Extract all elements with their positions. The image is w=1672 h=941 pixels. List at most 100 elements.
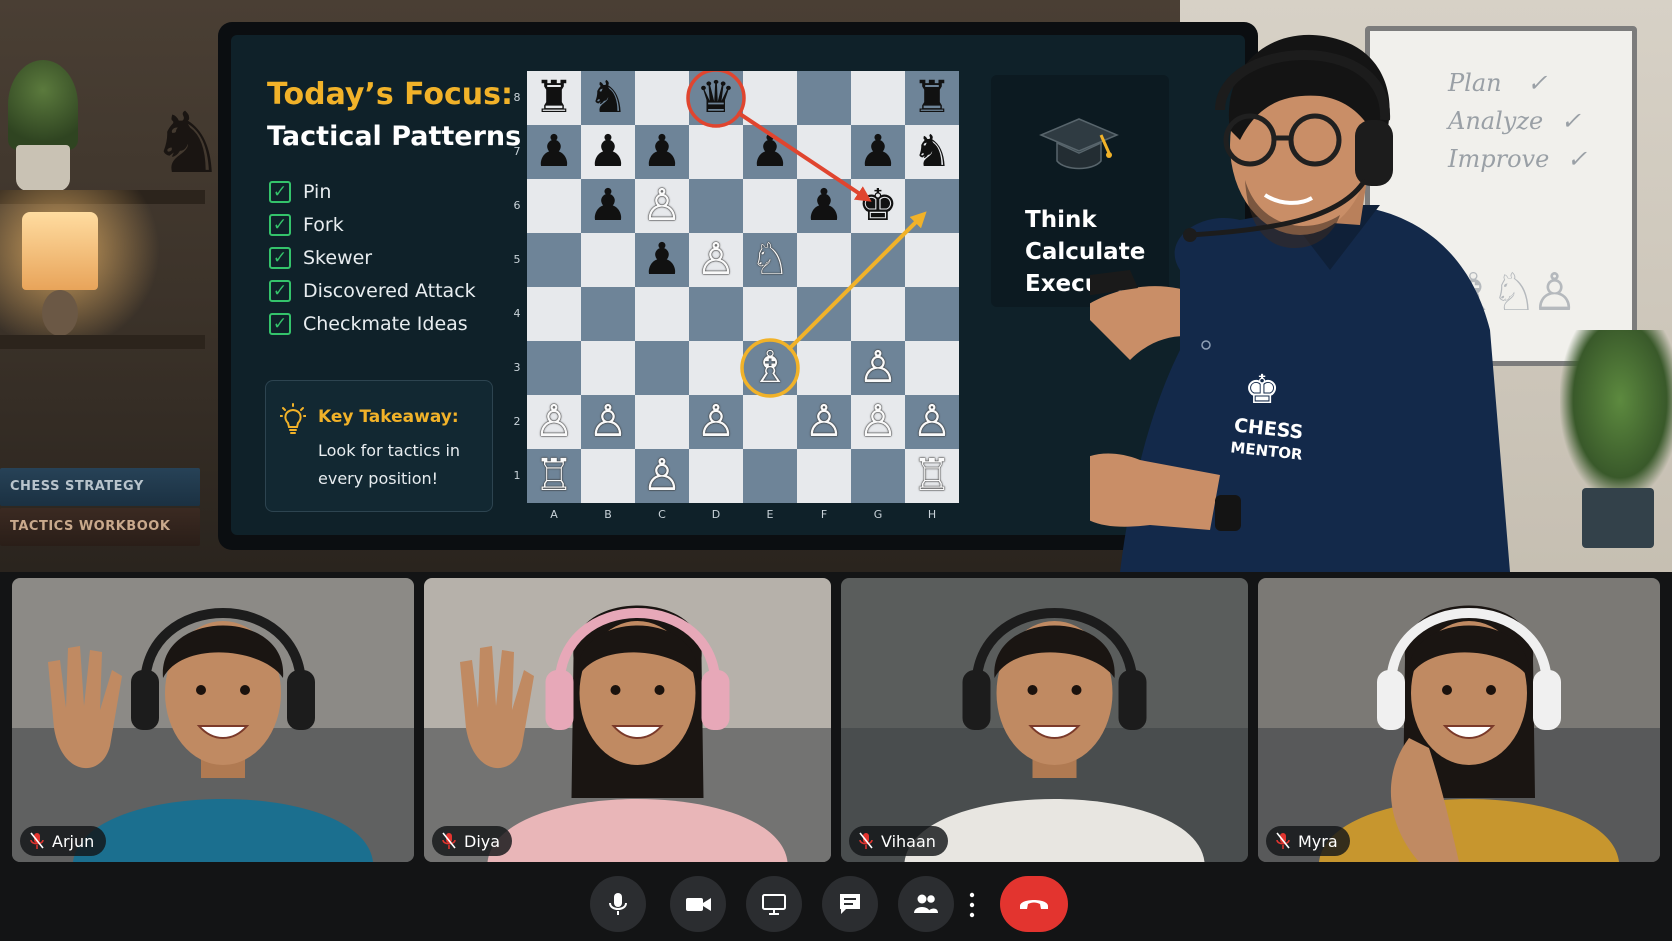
check-icon: ✓ bbox=[269, 246, 291, 269]
move-arrow-d8-g6 bbox=[736, 110, 872, 202]
mic-off-icon bbox=[1276, 832, 1290, 849]
video-call-window: ♞ CHESS STRATEGY TACTICS WORKBOOK Plan ✓… bbox=[0, 0, 1672, 941]
mic-off-icon bbox=[442, 832, 456, 849]
plant-decor bbox=[8, 60, 78, 150]
plant-decor bbox=[1560, 330, 1672, 500]
camera-button[interactable] bbox=[670, 876, 726, 932]
file-label: E bbox=[766, 508, 774, 521]
people-icon bbox=[914, 894, 938, 913]
mic-off-icon bbox=[859, 832, 873, 849]
participant-name-tag: Diya bbox=[432, 826, 513, 856]
book-chess-strategy: CHESS STRATEGY bbox=[0, 468, 200, 506]
screen-share-icon bbox=[762, 894, 786, 915]
eye bbox=[654, 685, 665, 695]
participant-video bbox=[841, 578, 1248, 862]
move-arrow-e3-h6 bbox=[786, 211, 927, 352]
participant-name: Diya bbox=[464, 831, 501, 851]
headphones-cup bbox=[1118, 670, 1147, 730]
rank-label: 5 bbox=[513, 253, 521, 266]
check-icon: ✓ bbox=[269, 180, 291, 203]
shelf bbox=[0, 335, 205, 349]
svg-text:♚: ♚ bbox=[1244, 367, 1280, 413]
file-label: F bbox=[820, 508, 828, 521]
participant-name-tag: Vihaan bbox=[849, 826, 948, 856]
participant-name-tag: Arjun bbox=[20, 826, 107, 856]
file-label: H bbox=[927, 508, 937, 521]
participant-name: Arjun bbox=[52, 831, 95, 851]
eye bbox=[196, 685, 206, 695]
takeaway-title: Key Takeaway: bbox=[318, 407, 459, 427]
rank-label: 3 bbox=[513, 361, 521, 374]
book-tactics-workbook: TACTICS WORKBOOK bbox=[0, 508, 200, 546]
participant-name: Myra bbox=[1298, 831, 1338, 851]
participant-video bbox=[424, 578, 831, 862]
file-label: A bbox=[550, 508, 558, 521]
mantra-think: Think bbox=[1025, 207, 1097, 233]
rank-label: 7 bbox=[513, 145, 521, 158]
eye bbox=[1442, 685, 1452, 695]
board-annotations bbox=[686, 71, 927, 398]
headphones-cup bbox=[1377, 670, 1405, 730]
eye bbox=[610, 685, 621, 695]
headphones-cup bbox=[287, 670, 315, 730]
file-label: G bbox=[873, 508, 883, 521]
headphones-cup bbox=[545, 670, 574, 730]
rank-label: 6 bbox=[513, 199, 521, 212]
mentor-video-feed: ♞ CHESS STRATEGY TACTICS WORKBOOK Plan ✓… bbox=[0, 0, 1672, 572]
topic-item: ✓ Discovered Attack bbox=[269, 274, 476, 307]
topic-item: ✓ Skewer bbox=[269, 241, 476, 274]
headphones-cup bbox=[701, 670, 730, 730]
participant-tile-diya[interactable]: Diya bbox=[424, 578, 831, 862]
lesson-title: Today’s Focus: bbox=[267, 77, 514, 112]
topic-item: ✓ Pin bbox=[269, 175, 476, 208]
highlight-ring-d8 bbox=[686, 71, 746, 128]
more-options-icon[interactable] bbox=[968, 890, 976, 920]
plant-pot bbox=[1582, 488, 1654, 548]
check-icon: ✓ bbox=[269, 312, 291, 335]
topic-label: Skewer bbox=[303, 246, 373, 269]
lesson-subtitle: Tactical Patterns bbox=[267, 121, 522, 152]
participants-button[interactable] bbox=[898, 876, 954, 932]
mentor-person: ♚ CHESS MENTOR bbox=[1090, 34, 1510, 572]
participant-name-tag: Myra bbox=[1266, 826, 1350, 856]
participant-video bbox=[12, 578, 414, 862]
participant-tile-arjun[interactable]: Arjun bbox=[12, 578, 414, 862]
file-label: B bbox=[604, 508, 612, 521]
headphones-cup bbox=[962, 670, 991, 730]
present-screen-button[interactable] bbox=[746, 876, 802, 932]
knight-statue-icon: ♞ bbox=[150, 94, 226, 192]
participant-grid: Arjun Diya Vihaan Myra bbox=[0, 572, 1672, 866]
topic-label: Fork bbox=[303, 213, 344, 236]
check-icon: ✓ bbox=[269, 279, 291, 302]
chess-board-panel: 87654321 ♜ ♞ ♛ ♜ ♟ ♟ ♟ ♟ ♟ ♞ ♟ ♙ ♟ ♚ ♟ ♙ ♘ ♗ ♙ ♙ ♙ ♙ ♙ ♙ ♙ ♖ ♙ ♖ AB… bbox=[507, 53, 971, 529]
chat-button[interactable] bbox=[822, 876, 878, 932]
file-label: C bbox=[658, 508, 666, 521]
participant-tile-myra[interactable]: Myra bbox=[1258, 578, 1660, 862]
takeaway-body: Look for tactics in every position! bbox=[318, 441, 461, 488]
eye bbox=[1071, 685, 1082, 695]
plant-pot bbox=[16, 145, 70, 191]
end-call-button[interactable] bbox=[1000, 876, 1068, 932]
key-takeaway-card: Key Takeaway: Look for tactics in every … bbox=[265, 380, 493, 512]
eye bbox=[1027, 685, 1038, 695]
rank-label: 1 bbox=[513, 469, 521, 482]
check-icon: ✓ bbox=[269, 213, 291, 236]
topic-item: ✓ Fork bbox=[269, 208, 476, 241]
lamp-base bbox=[42, 290, 78, 336]
video-camera-icon bbox=[686, 898, 711, 911]
headphones-cup bbox=[1533, 670, 1561, 730]
eye bbox=[240, 685, 250, 695]
lightbulb-icon bbox=[280, 403, 306, 434]
headphones-cup bbox=[131, 670, 159, 730]
topic-label: Discovered Attack bbox=[303, 279, 476, 302]
topic-label: Pin bbox=[303, 180, 332, 203]
topic-label: Checkmate Ideas bbox=[303, 312, 468, 335]
microphone-icon bbox=[609, 893, 627, 915]
lamp-icon bbox=[22, 212, 98, 290]
microphone-button[interactable] bbox=[590, 876, 646, 932]
eye bbox=[1486, 685, 1496, 695]
rank-label: 2 bbox=[513, 415, 521, 428]
call-controls-bar bbox=[0, 866, 1672, 941]
participant-tile-vihaan[interactable]: Vihaan bbox=[841, 578, 1248, 862]
participant-video bbox=[1258, 578, 1660, 862]
